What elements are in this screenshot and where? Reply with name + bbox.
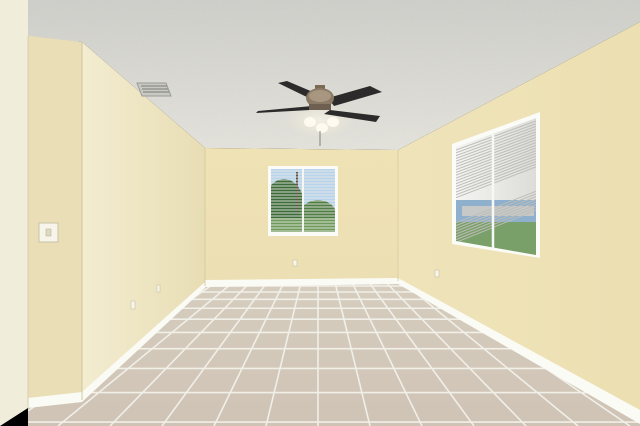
back-window	[268, 166, 338, 236]
air-vent-icon	[136, 82, 172, 97]
left-near-wall	[0, 0, 28, 426]
left-jamb-wall	[28, 36, 82, 408]
room-illustration	[0, 0, 640, 426]
light-switch-icon	[38, 222, 59, 243]
room-photo	[0, 0, 640, 426]
